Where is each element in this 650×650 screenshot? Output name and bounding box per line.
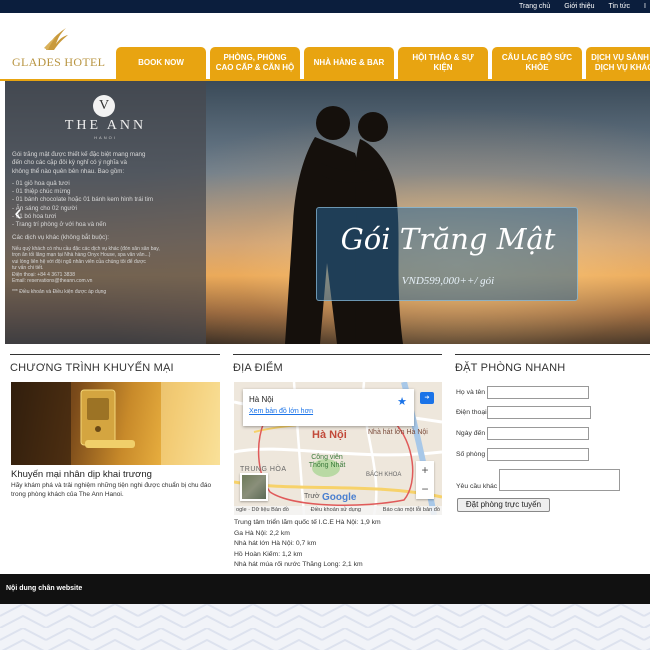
- the-ann-brand-name: THE ANN: [64, 118, 147, 133]
- rooms-label: Số phòng: [456, 451, 486, 458]
- request-label: Yêu cầu khác: [456, 483, 498, 490]
- top-link-home[interactable]: Trang chủ: [519, 0, 550, 13]
- promo-line: - 01 bánh chocolate hoặc 01 bánh kem hìn…: [12, 196, 154, 204]
- nav-restaurant-bar[interactable]: NHÀ HÀNG & BAR: [304, 47, 394, 79]
- promo-heading[interactable]: Khuyến mại nhân dịp khai trương: [11, 469, 221, 480]
- quick-booking-title: ĐẶT PHÒNG NHANH: [455, 354, 650, 378]
- map-label-trung-hoa: TRUNG HÒA: [240, 466, 287, 473]
- request-row: Yêu cầu khác: [456, 469, 620, 491]
- wing-logo-icon: [44, 28, 68, 50]
- nav-health-club[interactable]: CÂU LẠC BỘ SỨC KHỎE: [492, 47, 582, 79]
- name-row: Họ và tên: [456, 386, 589, 399]
- distance-item: Ga Hà Nội: 2,2 km: [234, 529, 290, 537]
- distance-item: Hồ Hoàn Kiếm: 1,2 km: [234, 550, 303, 558]
- package-title: Gói Trăng Mật: [340, 222, 556, 256]
- hotel-logo[interactable]: GLADES HOTEL: [10, 22, 105, 72]
- package-price-box: Gói Trăng Mật VND599,000++/ gói: [316, 207, 578, 301]
- promo-image[interactable]: [11, 382, 220, 465]
- top-link-more[interactable]: I: [644, 0, 646, 13]
- distance-item: Trung tâm triển lãm quốc tế I.C.E Hà Nội…: [234, 519, 381, 526]
- star-icon[interactable]: ★: [397, 395, 407, 408]
- slider-prev-arrow-icon[interactable]: ‹: [10, 201, 26, 225]
- date-row: Ngày đến: [456, 427, 589, 440]
- map-label-hanoi: Hà Nội: [312, 429, 347, 441]
- hero-slider[interactable]: V THE ANN HANOI Gói trăng mật được thiết…: [5, 81, 650, 344]
- promo-overlay-panel: V THE ANN HANOI Gói trăng mật được thiết…: [5, 81, 206, 344]
- top-bar: Trang chủ Giới thiệu Tin tức I: [0, 0, 650, 13]
- rooms-row: Số phòng: [456, 448, 589, 461]
- honeymoon-description: Gói trăng mật được thiết kế đặc biệt man…: [12, 151, 202, 295]
- map-label-truong: Trườ: [304, 493, 320, 500]
- door-lock-illustration-icon: [11, 382, 220, 465]
- nav-events[interactable]: HỘI THẢO & SỰ KIỆN: [398, 47, 488, 79]
- site-footer: Nội dung chân website: [0, 574, 650, 604]
- map-zoom-controls: + −: [416, 461, 434, 499]
- top-link-about[interactable]: Giới thiệu: [564, 0, 594, 13]
- google-logo: Google: [322, 492, 357, 503]
- map-label-park: Công viên Thống Nhất: [308, 454, 346, 469]
- name-label: Họ và tên: [456, 389, 486, 396]
- date-label: Ngày đến: [456, 430, 486, 437]
- top-links: Trang chủ Giới thiệu Tin tức I: [519, 0, 650, 13]
- promo-line: - 01 bó hoa tươi: [12, 213, 57, 221]
- map-info-card: Hà Nội Xem bản đồ lớn hơn ★: [243, 389, 414, 426]
- arrival-date-field[interactable]: [487, 427, 589, 440]
- nav-lobby-services[interactable]: DỊCH VỤ SẢNH & DỊCH VỤ KHÁC: [586, 47, 650, 79]
- the-ann-brand-sub: HANOI: [94, 135, 117, 140]
- map-data-credit: ogle · Dữ liệu Bản đồ: [236, 507, 289, 513]
- the-ann-logo-icon: V: [93, 95, 115, 117]
- promo-line: - Ăn sáng cho 02 người: [12, 204, 77, 212]
- chevron-pattern-icon: [0, 604, 650, 650]
- promo-line: - 01 thiệp chúc mừng: [12, 188, 71, 196]
- view-larger-map-link[interactable]: Xem bản đồ lớn hơn: [249, 408, 313, 415]
- satellite-toggle-thumbnail[interactable]: [240, 473, 268, 501]
- promo-line: - 01 giỏ hoa quả tươi: [12, 179, 70, 187]
- promo-description: Hãy khám phá và trải nghiệm những tiện n…: [11, 482, 212, 498]
- distance-item: Nhà hát lớn Hà Nội: 0,7 km: [234, 540, 317, 548]
- map-footer: ogle · Dữ liệu Bản đồ Điều khoản sử dụng…: [234, 506, 442, 515]
- promo-line: đến cho các cặp đôi kỳ nghỉ có ý nghĩa v…: [12, 159, 127, 167]
- distance-list: Trung tâm triển lãm quốc tế I.C.E Hà Nội…: [234, 518, 444, 571]
- phone-field[interactable]: [487, 406, 591, 419]
- map-label-opera: Nhà hát lớn Hà Nội: [368, 429, 428, 436]
- package-price: VND599,000++/ gói: [401, 275, 495, 287]
- promotions-title: CHƯƠNG TRÌNH KHUYẾN MẠI: [10, 354, 220, 378]
- book-online-button[interactable]: Đặt phòng trực tuyến: [457, 498, 550, 512]
- request-field[interactable]: [499, 469, 620, 491]
- logo-text: GLADES HOTEL: [12, 55, 106, 69]
- promo-line: Gói trăng mật được thiết kế đặc biệt man…: [12, 151, 146, 158]
- main-nav: BOOK NOW PHÒNG, PHÒNG CAO CẤP & CĂN HỘ N…: [116, 47, 650, 79]
- directions-icon[interactable]: ➔: [420, 392, 434, 404]
- footer-text: Nội dung chân website: [6, 585, 83, 592]
- nav-rooms[interactable]: PHÒNG, PHÒNG CAO CẤP & CĂN HỘ: [210, 47, 300, 79]
- rooms-field[interactable]: [487, 448, 589, 461]
- phone-label: Điện thoại: [456, 409, 487, 416]
- map-report-link[interactable]: Báo cáo một lỗi bản đồ: [383, 507, 440, 514]
- name-field[interactable]: [487, 386, 589, 399]
- distance-item: Nhà hát múa rối nước Thăng Long: 2,1 km: [234, 561, 363, 569]
- location-title: ĐỊA ĐIỂM: [233, 354, 442, 378]
- promo-line: - Trang trí phòng ở với hoa và nến: [12, 221, 107, 229]
- zoom-out-button[interactable]: −: [416, 480, 434, 499]
- promo-small-line: *** Điều khoản và Điều kiện được áp dụng: [12, 288, 107, 295]
- phone-row: Điện thoại: [456, 406, 591, 419]
- footer-pattern: [0, 604, 650, 650]
- map-label-bach-khoa: BÁCH KHOA: [366, 472, 402, 478]
- map-terms-link[interactable]: Điều khoản sử dụng: [311, 507, 361, 514]
- nav-book-now[interactable]: BOOK NOW: [116, 47, 206, 79]
- promo-line: không thể nào quên bên nhau. Bao gồm:: [12, 167, 125, 175]
- promo-line: Các dịch vụ khác (không bắt buộc):: [12, 233, 109, 241]
- map-card-city: Hà Nội: [249, 395, 274, 404]
- zoom-in-button[interactable]: +: [416, 461, 434, 480]
- top-link-news[interactable]: Tin tức: [609, 0, 631, 13]
